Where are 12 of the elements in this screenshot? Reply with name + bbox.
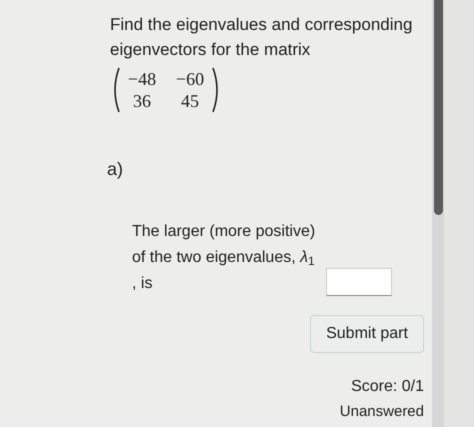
scrollbar-thumb[interactable] (434, 0, 442, 215)
submit-part-button[interactable]: Submit part (310, 315, 424, 353)
matrix-entry: 36 (132, 90, 152, 112)
question-text: Find the eigenvalues and corresponding eigenvectors for the matrix (110, 14, 414, 61)
matrix-entry: −60 (174, 68, 206, 90)
score-text: Score: 0/1 (351, 377, 424, 397)
matrix-entry: −48 (126, 68, 158, 90)
answer-field[interactable] (326, 268, 392, 296)
part-label: a) (107, 158, 124, 181)
status-text: Unanswered (340, 402, 424, 422)
prompt-text: The larger (more positive) of the two eigenvalues, λ$_{1}$ , is (132, 222, 316, 294)
matrix-entry: 45 (180, 90, 200, 112)
